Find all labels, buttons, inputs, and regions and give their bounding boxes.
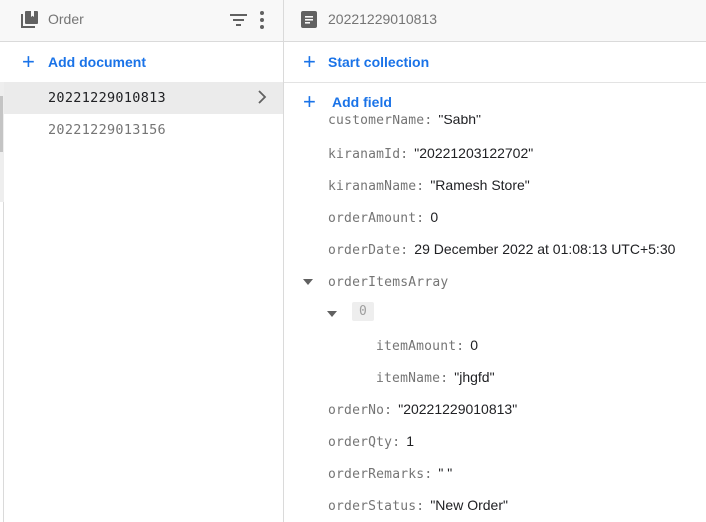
scrollbar-thumb[interactable] bbox=[0, 96, 3, 152]
collapse-toggle-icon[interactable] bbox=[303, 279, 313, 285]
field-list: customerName: "Sabh" kiranamId: "202212031… bbox=[284, 83, 706, 522]
field-value: 0 bbox=[470, 337, 479, 353]
field-value: 29 December 2022 at 01:08:13 UTC+5:30 bbox=[414, 241, 676, 257]
field-key: customerName: bbox=[328, 113, 433, 128]
field-row[interactable]: orderItemsArray bbox=[328, 273, 448, 295]
document-icon bbox=[301, 11, 317, 28]
field-value: " " bbox=[438, 465, 453, 481]
document-list-item[interactable]: 20221229013156 bbox=[0, 114, 283, 146]
field-row[interactable]: itemAmount: 0 bbox=[376, 337, 478, 359]
collection-panel: Order + Add document 20221229010813 2022… bbox=[0, 0, 284, 522]
field-key: orderAmount: bbox=[328, 211, 425, 226]
field-row[interactable]: orderQty: 1 bbox=[328, 433, 414, 455]
document-id: 20221229013156 bbox=[48, 122, 166, 138]
field-value: 0 bbox=[430, 209, 439, 225]
document-list-item[interactable]: 20221229010813 bbox=[0, 82, 283, 114]
divider bbox=[3, 202, 4, 522]
add-field-button[interactable]: + Add field bbox=[284, 83, 484, 115]
plus-icon: + bbox=[303, 49, 316, 74]
collection-header: Order bbox=[0, 0, 283, 42]
start-collection-label: Start collection bbox=[328, 54, 430, 70]
field-row[interactable]: orderRemarks: " " bbox=[328, 465, 452, 487]
document-id: 20221229010813 bbox=[48, 90, 166, 106]
field-key: orderStatus: bbox=[328, 499, 425, 514]
document-title: 20221229010813 bbox=[328, 11, 438, 27]
document-panel: 20221229010813 + Start collection + Add … bbox=[284, 0, 706, 522]
plus-icon: + bbox=[303, 89, 316, 114]
field-value: 1 bbox=[406, 433, 415, 449]
field-key: itemName: bbox=[376, 371, 449, 386]
scrollbar[interactable] bbox=[0, 82, 4, 202]
field-key: itemAmount: bbox=[376, 339, 465, 354]
field-value: "New Order" bbox=[430, 497, 508, 513]
field-row[interactable]: kiranamName: "Ramesh Store" bbox=[328, 177, 530, 199]
chevron-right-icon bbox=[258, 90, 267, 104]
document-header: 20221229010813 bbox=[284, 0, 706, 42]
collapse-toggle-icon[interactable] bbox=[327, 311, 337, 317]
field-key: orderItemsArray bbox=[328, 275, 449, 290]
field-key: kiranamName: bbox=[328, 179, 425, 194]
field-key: orderNo: bbox=[328, 403, 393, 418]
field-key: orderRemarks: bbox=[328, 467, 433, 482]
array-index-badge[interactable]: 0 bbox=[352, 302, 374, 321]
field-value: "20221203122702" bbox=[414, 145, 534, 161]
field-value: "Ramesh Store" bbox=[430, 177, 530, 193]
field-row[interactable]: orderDate: 29 December 2022 at 01:08:13 U… bbox=[328, 241, 675, 263]
field-key: orderQty: bbox=[328, 435, 401, 450]
more-vert-icon[interactable] bbox=[258, 10, 266, 30]
field-value: "jhgfd" bbox=[454, 369, 495, 385]
field-row[interactable]: orderStatus: "New Order" bbox=[328, 497, 508, 519]
field-value: "20221229010813" bbox=[398, 401, 518, 417]
add-document-button[interactable]: + Add document bbox=[0, 42, 283, 83]
collection-icon bbox=[21, 11, 38, 28]
field-row[interactable]: orderAmount: 0 bbox=[328, 209, 438, 231]
add-document-label: Add document bbox=[48, 54, 146, 70]
field-row[interactable]: itemName: "jhgfd" bbox=[376, 369, 495, 391]
field-row[interactable]: orderNo: "20221229010813" bbox=[328, 401, 517, 423]
start-collection-button[interactable]: + Start collection bbox=[284, 42, 706, 83]
field-key: kiranamId: bbox=[328, 147, 409, 162]
collection-title: Order bbox=[48, 11, 84, 27]
plus-icon: + bbox=[22, 49, 35, 74]
filter-icon[interactable] bbox=[230, 12, 247, 27]
field-key: orderDate: bbox=[328, 243, 409, 258]
field-row[interactable]: kiranamId: "20221203122702" bbox=[328, 145, 533, 167]
add-field-label: Add field bbox=[332, 94, 392, 110]
